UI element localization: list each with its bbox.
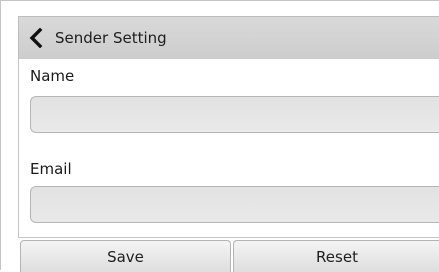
name-label: Name <box>30 67 75 85</box>
chevron-left-icon <box>29 28 43 48</box>
form-area: Name Email <box>18 59 439 237</box>
reset-button[interactable]: Reset <box>233 240 439 272</box>
name-field[interactable] <box>30 96 439 133</box>
email-label: Email <box>30 160 72 178</box>
button-bar: Save Reset <box>18 237 439 272</box>
email-field[interactable] <box>30 186 439 223</box>
save-button[interactable]: Save <box>20 240 231 272</box>
page-title: Sender Setting <box>55 29 167 47</box>
title-bar: Sender Setting <box>18 16 439 59</box>
settings-panel: Sender Setting Name Email Save Reset <box>0 0 439 272</box>
back-button[interactable] <box>19 18 53 59</box>
